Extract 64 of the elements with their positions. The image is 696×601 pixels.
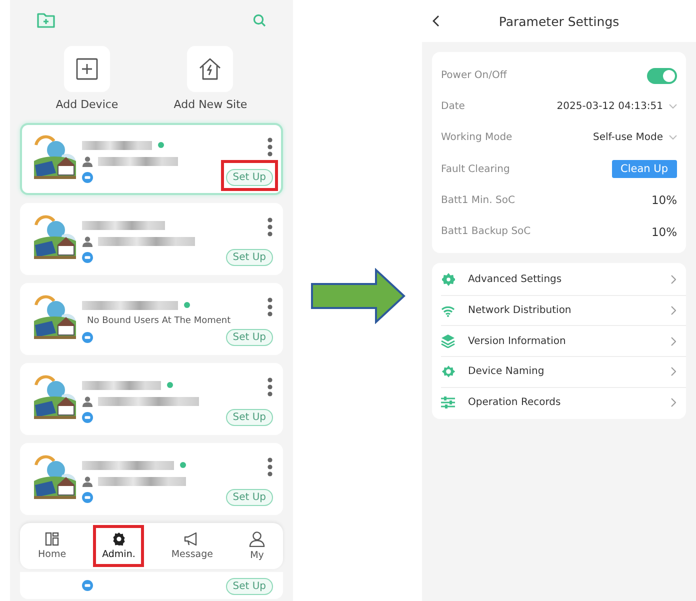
power-toggle[interactable] [647, 68, 677, 84]
param-value: 10% [651, 224, 677, 239]
nav-tab[interactable]: Home [29, 525, 76, 567]
sliders-icon [441, 396, 455, 409]
solar-house-drawing [32, 295, 78, 339]
person-icon [249, 531, 265, 547]
nav-tab[interactable]: My [240, 524, 274, 568]
more-icon[interactable] [267, 377, 273, 397]
person-icon [82, 396, 93, 406]
device-card[interactable]: No Bound Users At The Moment Set Up [20, 283, 283, 355]
param-value: 10% [651, 193, 677, 208]
menu-item[interactable]: Advanced Settings [441, 265, 686, 296]
param-label: Date [441, 101, 465, 112]
wifi-icon [441, 304, 455, 317]
add-tile[interactable] [64, 46, 110, 92]
page-title: Parameter Settings [498, 14, 620, 28]
redacted-text [82, 140, 152, 150]
param-label: Working Mode [441, 132, 512, 144]
person-icon [82, 156, 93, 166]
add-square-icon [76, 58, 98, 80]
person-icon [82, 476, 93, 486]
flower-icon [442, 273, 454, 286]
solar-house-drawing [32, 375, 78, 419]
layers-icon [441, 334, 455, 348]
menu-item[interactable]: Operation Records [441, 388, 686, 418]
more-icon[interactable] [267, 217, 273, 237]
nav-tab[interactable]: Admin. [93, 525, 144, 567]
menu-item[interactable]: Version Information [441, 326, 686, 357]
chevron-right-icon [671, 275, 676, 284]
param-value[interactable]: Self-use Mode [593, 132, 663, 144]
device-id-icon [82, 412, 93, 422]
menu-item[interactable]: Network Distribution [441, 296, 686, 326]
dashboard-icon [45, 532, 60, 546]
device-id-icon [82, 492, 93, 502]
action-label: Add New Site [174, 98, 248, 111]
solar-house-drawing [32, 455, 78, 499]
more-icon[interactable] [267, 137, 273, 157]
device-id-icon [82, 172, 93, 182]
house-bolt-icon [198, 58, 222, 80]
nav-tab[interactable]: Message [162, 525, 222, 567]
settings-icon [112, 532, 126, 546]
chevron-right-icon [671, 336, 676, 346]
param-label: Batt1 Backup SoC [441, 226, 531, 238]
user-text: No Bound Users At The Moment [87, 316, 231, 326]
gear-icon [442, 365, 454, 378]
person-icon [82, 236, 93, 246]
device-id-icon [82, 252, 93, 262]
back-icon[interactable] [432, 15, 440, 27]
more-icon[interactable] [267, 297, 273, 317]
param-value[interactable]: 2025-03-12 04:13:51 [556, 101, 663, 112]
action-label: Add Device [56, 98, 118, 111]
chevron-right-icon [671, 367, 676, 376]
more-icon[interactable] [267, 457, 273, 477]
param-label: Batt1 Min. SoC [441, 194, 515, 206]
param-label: Fault Clearing [441, 164, 510, 175]
solar-house-drawing [32, 135, 78, 179]
chevron-right-icon [671, 398, 676, 407]
param-label: Power On/Off [441, 70, 507, 82]
device-id-icon [82, 580, 93, 591]
add-tile[interactable] [187, 46, 234, 92]
device-id-icon [82, 332, 93, 342]
menu-item[interactable]: Device Naming [441, 356, 686, 388]
solar-house-drawing [32, 215, 78, 259]
chevron-right-icon [671, 306, 676, 316]
